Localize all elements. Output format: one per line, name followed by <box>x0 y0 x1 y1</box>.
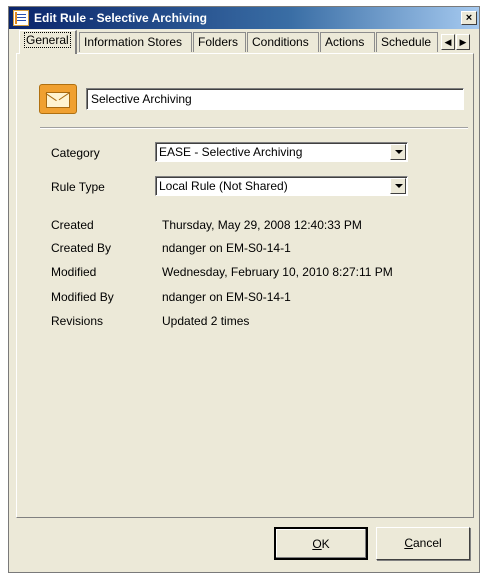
separator <box>40 127 468 129</box>
tab-schedule[interactable]: Schedule <box>376 32 438 52</box>
created-value: Thursday, May 29, 2008 12:40:33 PM <box>162 218 362 232</box>
revisions-value: Updated 2 times <box>162 314 250 328</box>
ok-accelerator: O <box>312 537 322 551</box>
created-by-value: ndanger on EM-S0-14-1 <box>162 241 291 255</box>
tab-general[interactable]: General <box>19 30 77 54</box>
title-bar[interactable]: Edit Rule - Selective Archiving × <box>9 7 479 29</box>
tab-scroll-left-icon[interactable]: ◀ <box>441 34 455 50</box>
modified-label: Modified <box>51 265 97 279</box>
modified-value: Wednesday, February 10, 2010 8:27:11 PM <box>162 265 393 279</box>
tab-actions-label: Actions <box>325 35 365 49</box>
tab-conditions[interactable]: Conditions <box>247 32 319 52</box>
modified-by-value: ndanger on EM-S0-14-1 <box>162 290 291 304</box>
rule-document-icon <box>13 10 29 26</box>
category-selected-value: EASE - Selective Archiving <box>159 145 303 159</box>
tab-folders-label: Folders <box>198 35 239 49</box>
ok-button[interactable]: OK <box>274 527 368 560</box>
cancel-accelerator: C <box>404 536 413 550</box>
created-label: Created <box>51 218 94 232</box>
envelope-icon <box>39 84 77 114</box>
modified-by-label: Modified By <box>51 290 114 304</box>
revisions-label: Revisions <box>51 314 104 328</box>
tab-information-stores-label: Information Stores <box>84 35 183 49</box>
tab-actions[interactable]: Actions <box>320 32 375 52</box>
category-dropdown[interactable]: EASE - Selective Archiving <box>155 142 408 162</box>
rule-type-label: Rule Type <box>51 180 105 194</box>
rule-type-dropdown[interactable]: Local Rule (Not Shared) <box>155 176 408 196</box>
tab-general-label: General <box>24 32 71 48</box>
rule-type-selected-value: Local Rule (Not Shared) <box>159 179 288 193</box>
rule-name-input[interactable] <box>86 88 464 110</box>
general-tab-panel <box>16 53 474 518</box>
chevron-down-icon[interactable] <box>390 144 406 160</box>
category-label: Category <box>51 146 100 160</box>
window-title: Edit Rule - Selective Archiving <box>34 11 207 25</box>
cancel-button[interactable]: Cancel <box>376 527 470 560</box>
close-icon[interactable]: × <box>461 11 477 25</box>
tab-information-stores[interactable]: Information Stores <box>79 32 192 52</box>
created-by-label: Created By <box>51 241 112 255</box>
tab-schedule-label: Schedule <box>381 35 432 49</box>
cancel-label-rest: ancel <box>412 536 442 550</box>
tab-scroll-right-icon[interactable]: ▶ <box>456 34 470 50</box>
ok-label-rest: K <box>321 537 330 551</box>
tab-conditions-label: Conditions <box>252 35 309 49</box>
chevron-down-icon[interactable] <box>390 178 406 194</box>
tab-folders[interactable]: Folders <box>193 32 246 52</box>
